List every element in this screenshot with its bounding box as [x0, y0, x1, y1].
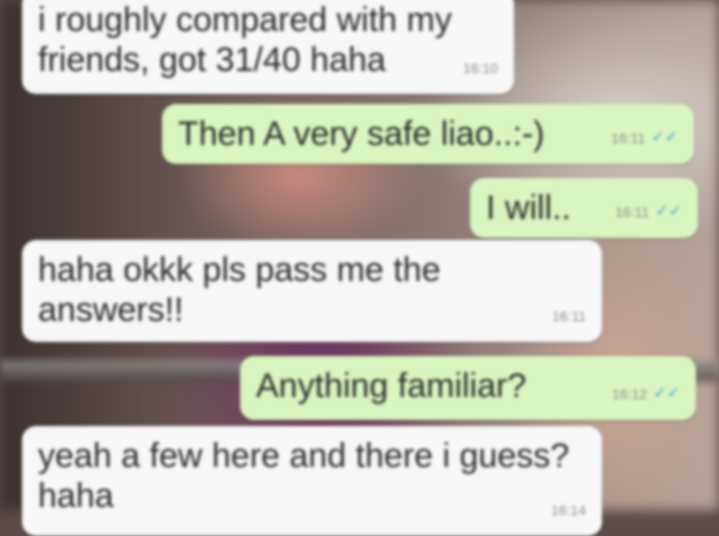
message-text: i roughly compared with my friends, got … — [38, 1, 452, 79]
read-checkmarks-icon: ✓✓ — [655, 203, 682, 220]
message-bubble-outgoing[interactable]: Anything familiar? 16:12 ✓✓ — [240, 356, 696, 420]
message-bubble-outgoing[interactable]: I will.. 16:11 ✓✓ — [470, 178, 698, 238]
message-bubble-incoming[interactable]: haha okkk pls pass me the answers!! 16:1… — [22, 240, 602, 342]
message-text: yeah a few here and there i guess? haha — [38, 437, 570, 515]
read-checkmarks-icon: ✓✓ — [651, 129, 678, 146]
message-bubble-incoming[interactable]: i roughly compared with my friends, got … — [22, 0, 514, 94]
message-bubble-outgoing[interactable]: Then A very safe liao..:-) 16:11 ✓✓ — [162, 104, 694, 164]
message-time: 16:11 — [615, 204, 650, 220]
message-time: 16:14 — [550, 502, 586, 518]
message-time: 16:11 — [552, 308, 586, 324]
message-text: haha okkk pls pass me the answers!! — [38, 251, 441, 329]
message-time: 16:12 — [612, 386, 648, 402]
message-text: Then A very safe liao..:-) — [178, 115, 545, 153]
message-time: 16:10 — [462, 60, 498, 76]
message-time: 16:11 — [611, 130, 646, 146]
message-bubble-incoming[interactable]: yeah a few here and there i guess? haha … — [22, 426, 602, 536]
read-checkmarks-icon: ✓✓ — [653, 385, 680, 402]
